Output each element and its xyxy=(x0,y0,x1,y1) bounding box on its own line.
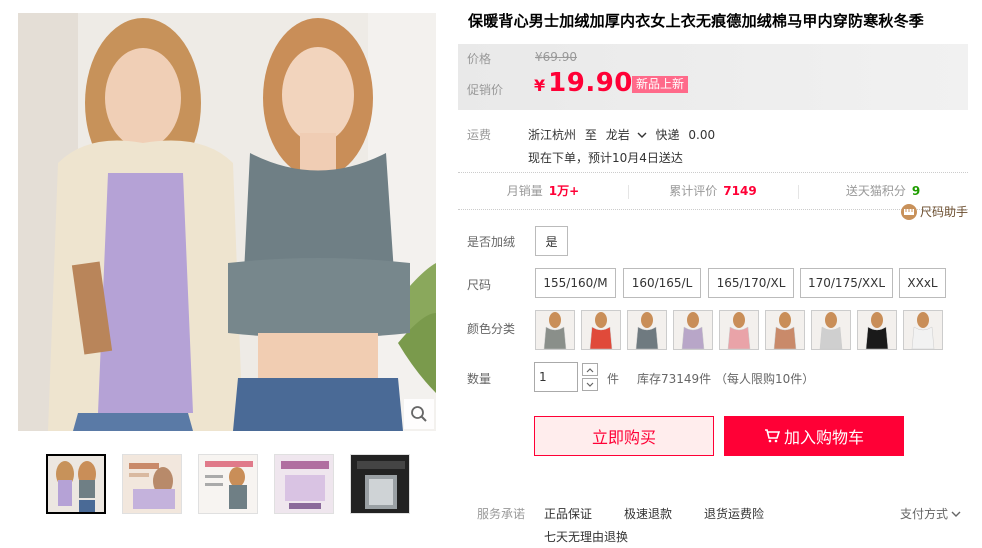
stock-info: 库存73149件 （每人限购10件） xyxy=(637,372,815,386)
zoom-button[interactable] xyxy=(404,399,434,429)
size-option-160[interactable]: 160/165/L xyxy=(623,268,701,298)
service-authentic[interactable]: 正品保证 xyxy=(544,505,592,522)
fleece-option-yes[interactable]: 是 xyxy=(535,226,568,256)
thumbnail-3[interactable] xyxy=(198,454,258,514)
delivery-estimate: 现在下单，预计10月4日送达 xyxy=(528,151,683,165)
magnifier-icon xyxy=(411,406,427,422)
shipping-line: 浙江杭州 至 龙岩 快递 0.00 xyxy=(528,126,720,143)
color-label: 颜色分类 xyxy=(467,322,516,336)
ruler-icon xyxy=(900,203,917,220)
monthly-sales: 月销量 1万+ xyxy=(506,184,580,198)
color-swatch[interactable] xyxy=(673,310,713,350)
color-swatch[interactable] xyxy=(719,310,759,350)
promo-price-label: 促销价 xyxy=(467,83,504,97)
thumbnail-5[interactable] xyxy=(350,454,410,514)
promo-price-value: 19.90 xyxy=(548,68,633,98)
size-option-165[interactable]: 165/170/XL xyxy=(708,268,794,298)
add-to-cart-label: 加入购物车 xyxy=(783,428,864,447)
price-label: 价格 xyxy=(467,52,492,66)
ship-to-word: 至 xyxy=(584,128,597,142)
service-label: 服务承诺 xyxy=(477,507,526,521)
buy-now-button[interactable]: 立即购买 xyxy=(534,416,714,456)
thumbnail-4[interactable] xyxy=(274,454,334,514)
price-panel: 价格 ¥69.90 促销价 ¥ 19.90 新品上新 xyxy=(458,44,968,110)
color-swatch[interactable] xyxy=(765,310,805,350)
thumbnail-2[interactable] xyxy=(122,454,182,514)
fleece-label: 是否加绒 xyxy=(467,235,516,249)
color-swatch[interactable] xyxy=(811,310,851,350)
shipping-label: 运费 xyxy=(467,128,492,142)
color-swatch[interactable] xyxy=(627,310,667,350)
promo-price: ¥ 19.90 xyxy=(534,68,633,98)
size-label: 尺码 xyxy=(467,278,492,292)
sales-stats: 月销量 1万+ 累计评价 7149 送天猫积分 9 xyxy=(458,172,968,210)
chevron-down-icon xyxy=(637,132,647,138)
quantity-unit: 件 xyxy=(607,372,620,386)
add-to-cart-button[interactable]: 加入购物车 xyxy=(724,416,904,456)
destination-select[interactable]: 龙岩 xyxy=(606,128,647,142)
color-swatch[interactable] xyxy=(857,310,897,350)
ship-method: 快递 xyxy=(655,128,680,142)
quantity-input[interactable]: 1 xyxy=(534,362,578,392)
review-count[interactable]: 累计评价 7149 xyxy=(628,173,798,209)
thumbnail-1[interactable] xyxy=(46,454,106,514)
chevron-down-icon xyxy=(586,382,594,387)
quantity-decrease-button[interactable] xyxy=(582,378,598,391)
chevron-down-icon xyxy=(951,511,961,517)
ship-from: 浙江杭州 xyxy=(528,128,577,142)
thumbnail-strip xyxy=(46,454,410,514)
payment-methods[interactable]: 支付方式 xyxy=(900,505,961,522)
color-swatch[interactable] xyxy=(581,310,621,350)
quantity-increase-button[interactable] xyxy=(582,363,598,376)
service-fast-refund[interactable]: 极速退款 xyxy=(624,505,672,522)
size-option-xxxl[interactable]: XXxL xyxy=(899,268,946,298)
original-price: ¥69.90 xyxy=(535,50,577,64)
product-title: 保暖背心男士加绒加厚内衣女上衣无痕德加绒棉马甲内穿防寒秋冬季 xyxy=(468,12,925,30)
size-helper-link[interactable]: 尺码助手 xyxy=(900,203,968,220)
main-product-image[interactable] xyxy=(18,13,436,431)
ship-fee: 0.00 xyxy=(688,128,716,142)
new-arrival-badge: 新品上新 xyxy=(632,76,689,93)
chevron-up-icon xyxy=(586,367,594,372)
color-swatch[interactable] xyxy=(903,310,943,350)
size-option-155[interactable]: 155/160/M xyxy=(535,268,616,298)
size-option-170[interactable]: 170/175/XXL xyxy=(800,268,893,298)
color-swatch[interactable] xyxy=(535,310,575,350)
cart-icon xyxy=(764,429,780,443)
service-return-shipping[interactable]: 退货运费险 xyxy=(704,505,764,522)
service-seven-day-return[interactable]: 七天无理由退换 xyxy=(544,528,628,545)
quantity-label: 数量 xyxy=(467,372,492,386)
currency-symbol: ¥ xyxy=(534,76,546,95)
